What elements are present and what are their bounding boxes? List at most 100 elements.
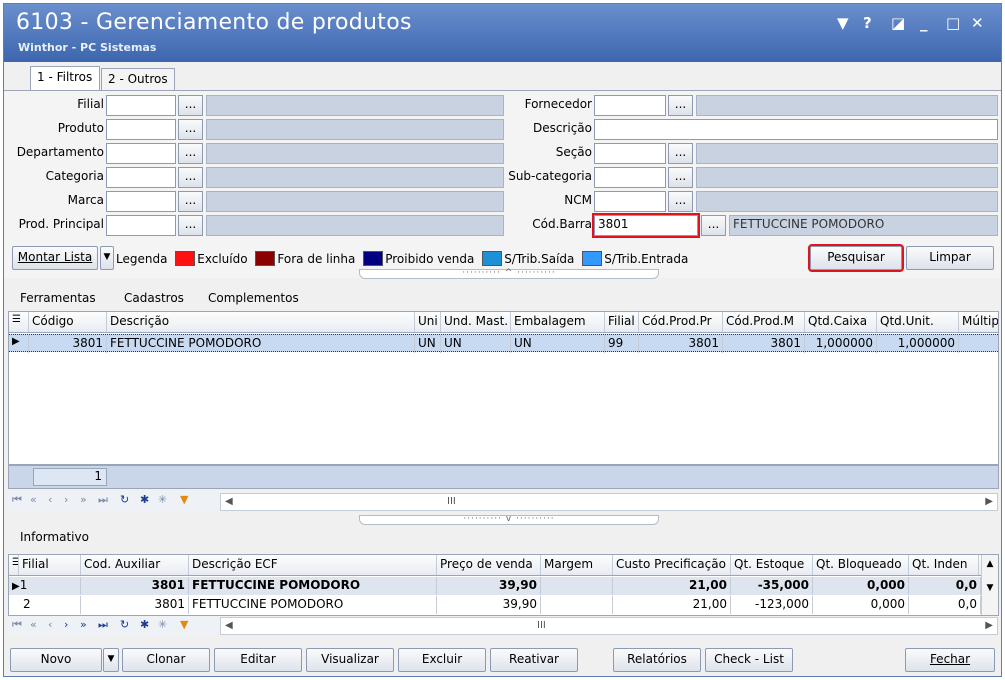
prev-icon[interactable]: ‹ — [48, 618, 52, 631]
next-page-icon[interactable]: » — [80, 618, 87, 631]
col-descricao[interactable]: Descrição — [107, 312, 415, 332]
fornecedor-lookup-button[interactable]: ... — [668, 95, 693, 116]
ncm-lookup-button[interactable]: ... — [668, 191, 693, 212]
first-page-icon[interactable]: ⏮ — [12, 618, 22, 632]
visualizar-button[interactable]: Visualizar — [306, 648, 394, 672]
categoria-lookup-button[interactable]: ... — [178, 167, 203, 188]
col-qt-bloqueado[interactable]: Qt. Bloqueado — [813, 555, 909, 575]
tab-filtros[interactable]: 1 - Filtros — [30, 66, 100, 91]
marca-lookup-button[interactable]: ... — [178, 191, 203, 212]
col-margem[interactable]: Margem — [541, 555, 613, 575]
informativo-horizontal-scrollbar[interactable]: ◀ III ▶ — [220, 617, 998, 635]
menu-ferramentas[interactable]: Ferramentas — [20, 291, 96, 305]
refresh-icon[interactable]: ↻ — [120, 618, 129, 631]
informativo-vertical-scrollbar[interactable]: ▲ ▼ — [981, 555, 998, 615]
menu-complementos[interactable]: Complementos — [208, 291, 299, 305]
refresh-icon[interactable]: ↻ — [120, 493, 129, 506]
filter-icon[interactable]: ▼ — [180, 618, 188, 631]
clear-icon[interactable]: ✳ — [158, 493, 167, 506]
produto-lookup-button[interactable]: ... — [178, 119, 203, 140]
col-uni[interactable]: Uni — [415, 312, 441, 332]
clonar-button[interactable]: Clonar — [122, 648, 210, 672]
col-multip[interactable]: Múltip — [959, 312, 998, 332]
categoria-input[interactable] — [106, 167, 176, 188]
secao-input[interactable] — [594, 143, 666, 164]
table-row[interactable]: 2 3801 FETTUCCINE POMODORO 39,90 21,00 -… — [9, 596, 981, 614]
col-qtd-unit[interactable]: Qtd.Unit. — [877, 312, 959, 332]
next-page-icon[interactable]: » — [80, 493, 87, 506]
minimize-icon[interactable]: _ — [920, 14, 928, 32]
departamento-lookup-button[interactable]: ... — [178, 143, 203, 164]
prev-page-icon[interactable]: « — [30, 493, 37, 506]
scroll-thumb-icon[interactable]: III — [447, 494, 456, 509]
last-page-icon[interactable]: ⏭ — [98, 618, 108, 632]
clear-icon[interactable]: ✳ — [158, 618, 167, 631]
next-icon[interactable]: › — [64, 493, 68, 506]
menu-cadastros[interactable]: Cadastros — [124, 291, 184, 305]
descricao-input[interactable] — [594, 119, 998, 140]
col-custo-precificacao[interactable]: Custo Precificação — [613, 555, 731, 575]
limpar-button[interactable]: Limpar — [906, 246, 994, 270]
subcategoria-input[interactable] — [594, 167, 666, 188]
prev-page-icon[interactable]: « — [30, 618, 37, 631]
montar-lista-button[interactable]: Montar Lista — [12, 246, 98, 270]
scroll-right-icon[interactable]: ▶ — [985, 618, 993, 633]
scroll-left-icon[interactable]: ◀ — [225, 618, 233, 633]
relatorios-button[interactable]: Relatórios — [613, 648, 701, 672]
prev-icon[interactable]: ‹ — [48, 493, 52, 506]
scroll-up-icon[interactable]: ▲ — [982, 559, 998, 569]
filter-icon[interactable]: ▼ — [180, 493, 188, 506]
col-filial[interactable]: Filial — [19, 555, 81, 575]
departamento-input[interactable] — [106, 143, 176, 164]
prod-principal-lookup-button[interactable]: ... — [178, 215, 203, 236]
scroll-down-icon[interactable]: ▼ — [982, 583, 998, 593]
col-cod-auxiliar[interactable]: Cod. Auxiliar — [81, 555, 189, 575]
filial-lookup-button[interactable]: ... — [178, 95, 203, 116]
col-codigo[interactable]: Código — [29, 312, 107, 332]
marca-input[interactable] — [106, 191, 176, 212]
col-filial[interactable]: Filial — [605, 312, 639, 332]
col-und-mast[interactable]: Und. Mast. — [441, 312, 511, 332]
col-qt-estoque[interactable]: Qt. Estoque — [731, 555, 813, 575]
prod-principal-input[interactable] — [106, 215, 176, 236]
col-preco-venda[interactable]: Preço de venda — [437, 555, 541, 575]
next-icon[interactable]: › — [64, 618, 68, 631]
secao-lookup-button[interactable]: ... — [668, 143, 693, 164]
restore-icon[interactable]: ◪ — [891, 14, 905, 32]
excluir-button[interactable]: Excluir — [398, 648, 486, 672]
expand-grip[interactable]: ·········· v ·········· — [359, 515, 659, 525]
col-cod-prod-pr[interactable]: Cód.Prod.Pr — [639, 312, 723, 332]
first-page-icon[interactable]: ⏮ — [12, 493, 22, 507]
table-row[interactable]: ▶ 3801 FETTUCCINE POMODORO UN UN UN 99 3… — [9, 334, 998, 353]
editar-button[interactable]: Editar — [214, 648, 302, 672]
checklist-button[interactable]: Check - List — [705, 648, 793, 672]
subcategoria-lookup-button[interactable]: ... — [668, 167, 693, 188]
column-chooser-icon[interactable]: ☰ — [9, 555, 19, 575]
insert-icon[interactable]: ✱ — [140, 493, 149, 506]
help-icon[interactable]: ? — [863, 14, 872, 32]
scroll-thumb-icon[interactable]: III — [537, 618, 546, 633]
last-page-icon[interactable]: ⏭ — [98, 493, 108, 507]
reativar-button[interactable]: Reativar — [490, 648, 578, 672]
tab-outros[interactable]: 2 - Outros — [101, 68, 175, 90]
col-descricao-ecf[interactable]: Descrição ECF — [189, 555, 437, 575]
produto-input[interactable] — [106, 119, 176, 140]
col-qtd-caixa[interactable]: Qtd.Caixa — [805, 312, 877, 332]
cod-barra-input[interactable]: 3801 — [592, 213, 700, 238]
table-row[interactable]: ▶1 3801 FETTUCCINE POMODORO 39,90 21,00 … — [9, 577, 981, 595]
novo-button[interactable]: Novo — [10, 648, 102, 672]
col-embalagem[interactable]: Embalagem — [511, 312, 605, 332]
montar-lista-dropdown-icon[interactable]: ▼ — [100, 246, 114, 270]
scroll-left-icon[interactable]: ◀ — [225, 494, 233, 509]
menu-dropdown-icon[interactable]: ▼ — [837, 14, 849, 32]
pesquisar-button[interactable]: Pesquisar — [808, 244, 904, 272]
col-cod-prod-m[interactable]: Cód.Prod.M — [723, 312, 805, 332]
fornecedor-input[interactable] — [594, 95, 666, 116]
fechar-button[interactable]: Fechar — [905, 648, 995, 672]
collapse-grip[interactable]: ·········· ^ ·········· — [359, 269, 659, 279]
ncm-input[interactable] — [594, 191, 666, 212]
col-qt-inden[interactable]: Qt. Inden — [909, 555, 979, 575]
column-chooser-icon[interactable]: ☰ — [9, 312, 29, 332]
maximize-icon[interactable]: □ — [946, 14, 960, 32]
filial-input[interactable] — [106, 95, 176, 116]
